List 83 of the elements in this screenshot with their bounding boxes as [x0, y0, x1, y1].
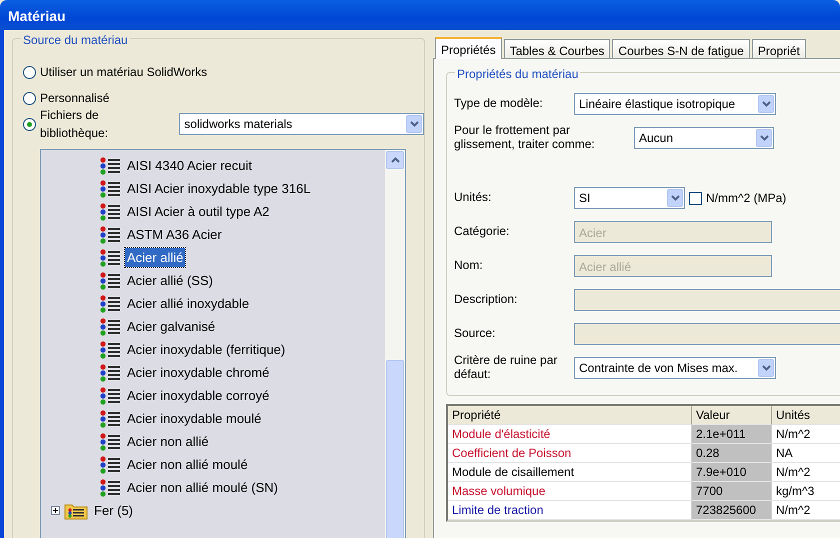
material-icon — [99, 478, 121, 496]
material-icon — [99, 410, 121, 428]
field-label: Unités: — [454, 191, 492, 205]
field-label: Catégorie: — [454, 225, 510, 239]
material-icon — [99, 340, 121, 358]
tree-item[interactable]: AISI 4340 Acier recuit — [125, 156, 254, 176]
column-header[interactable]: Unités — [772, 406, 840, 425]
tree-item[interactable]: Acier allié (SS) — [125, 270, 215, 290]
tree-item[interactable]: Acier non allié — [125, 432, 211, 452]
radio-label[interactable]: Utiliser un matériau SolidWorks — [40, 63, 208, 81]
field-label: Pour le frottement par glissement, traiter comme: — [454, 124, 596, 152]
library-dropdown[interactable]: solidworks materials — [179, 113, 424, 135]
table-cell: 723825600 — [692, 501, 772, 520]
tree-item[interactable]: Acier inoxydable (ferritique) — [125, 340, 288, 360]
tree-item[interactable]: Acier allié — [125, 248, 186, 268]
field-label: Source: — [454, 327, 496, 341]
field-label: Critère de ruine par défaut: — [454, 354, 558, 382]
radio-label[interactable]: Fichiers de bibliothèque: — [40, 106, 168, 142]
field-label: Nom: — [454, 259, 484, 273]
table-cell: N/m^2 — [772, 501, 840, 520]
table-cell: 7.9e+010 — [692, 463, 772, 482]
tree-item[interactable]: Acier inoxydable corroyé — [125, 386, 272, 406]
tree-item[interactable]: Fer (5) — [92, 500, 135, 520]
table-cell: 7700 — [692, 482, 772, 501]
radio-label[interactable]: Personnalisé — [40, 89, 110, 107]
table-cell: kg/m^3 — [772, 482, 840, 501]
tab[interactable]: Propriét — [752, 39, 806, 58]
material-icon — [99, 226, 121, 244]
material-icon — [99, 180, 121, 198]
dropdown-value: solidworks materials — [184, 116, 292, 133]
checkbox-label[interactable]: N/mm^2 (MPa) — [706, 189, 786, 207]
material-icon — [99, 432, 121, 450]
tab[interactable]: Tables & Courbes — [504, 39, 610, 58]
field-label: Type de modèle: — [454, 97, 544, 111]
dropdown-field[interactable]: Linéaire élastique isotropique — [574, 93, 776, 115]
material-icon — [99, 386, 121, 404]
material-icon — [99, 318, 121, 336]
table-cell: N/m^2 — [772, 463, 840, 482]
table-cell: NA — [772, 444, 840, 463]
material-icon — [99, 248, 121, 266]
column-header[interactable]: Propriété — [448, 406, 692, 425]
window-title: Matériau — [0, 0, 840, 30]
table-cell: 0.28 — [692, 444, 772, 463]
radio-button[interactable] — [23, 118, 36, 130]
column-header[interactable]: Valeur — [692, 406, 772, 425]
table-cell: Masse volumique — [448, 482, 692, 501]
radio-button[interactable] — [23, 92, 36, 104]
table-cell: 2.1e+011 — [692, 425, 772, 444]
tree-item[interactable]: Acier inoxydable moulé — [125, 408, 264, 428]
material-icon — [99, 456, 121, 474]
tree-item[interactable]: Acier inoxydable chromé — [125, 362, 272, 382]
tree-item[interactable]: Acier galvanisé — [125, 316, 218, 336]
table-cell: Module de cisaillement — [448, 463, 692, 482]
field-label: Description: — [454, 293, 518, 307]
scroll-up-icon[interactable] — [386, 151, 404, 169]
material-icon — [99, 364, 121, 382]
tree-item[interactable]: ASTM A36 Acier — [125, 224, 224, 244]
folder-icon — [64, 502, 88, 520]
dropdown-field[interactable]: SI — [574, 187, 685, 209]
tree-item[interactable]: Acier non allié moulé (SN) — [125, 478, 280, 498]
scroll-thumb[interactable] — [386, 360, 404, 538]
material-icon — [99, 294, 121, 312]
material-icon — [99, 272, 121, 290]
tree-item[interactable]: Acier allié inoxydable — [125, 294, 252, 314]
material-icon — [99, 156, 121, 174]
radio-button[interactable] — [23, 66, 36, 78]
dropdown-field[interactable]: Contrainte de von Mises max. — [574, 357, 776, 379]
table-cell: Limite de traction — [448, 501, 692, 520]
tree-item[interactable]: AISI Acier à outil type A2 — [125, 202, 272, 222]
table-cell: N/m^2 — [772, 425, 840, 444]
scrollbar[interactable] — [385, 150, 405, 538]
table-cell: Module d'élasticité — [448, 425, 692, 444]
dropdown-field[interactable]: Aucun — [634, 127, 774, 149]
expand-icon[interactable] — [51, 506, 60, 515]
text-field: Acier — [574, 221, 772, 243]
checkbox[interactable] — [689, 192, 702, 204]
tab[interactable]: Courbes S-N de fatigue — [612, 39, 750, 58]
material-icon — [99, 202, 121, 220]
tab[interactable]: Propriétés — [435, 37, 502, 59]
table-cell: Coefficient de Poisson — [448, 444, 692, 463]
tree-item[interactable]: AISI Acier inoxydable type 316L — [125, 178, 313, 198]
tree-item[interactable]: Acier non allié moulé — [125, 454, 250, 474]
text-field: Acier allié — [574, 255, 772, 277]
